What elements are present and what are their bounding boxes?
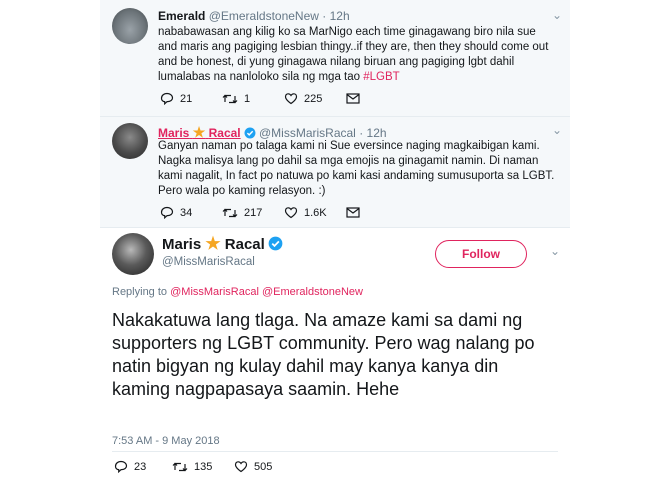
user-handle[interactable]: @EmeraldstoneNew	[209, 9, 319, 23]
retweet-icon	[222, 208, 238, 217]
tweet-text: Ganyan naman po talaga kami ni Sue evers…	[158, 140, 555, 197]
chevron-down-icon[interactable]: ⌄	[550, 244, 560, 258]
verified-badge-icon	[268, 236, 283, 251]
star-icon: ★	[205, 234, 221, 253]
retweet-count: 1	[244, 92, 251, 105]
reply-icon	[160, 206, 174, 219]
envelope-icon	[346, 93, 360, 104]
tweet-timestamp[interactable]: 7:53 AM - 9 May 2018	[112, 435, 220, 447]
direct-message-button[interactable]	[346, 93, 360, 104]
like-button[interactable]: 1.6K	[284, 206, 346, 219]
envelope-icon	[346, 207, 360, 218]
tweet-actions: 21 1 225	[160, 92, 360, 105]
tweet-time[interactable]: · 12h	[359, 126, 386, 140]
retweet-icon	[222, 94, 238, 103]
chevron-down-icon[interactable]: ⌄	[552, 123, 562, 137]
heart-icon	[234, 461, 248, 473]
like-count: 1.6K	[304, 206, 327, 219]
tweet-time[interactable]: · 12h	[322, 9, 349, 23]
reply-count: 23	[134, 460, 147, 473]
replying-to: Replying to @MissMarisRacal @Emeraldston…	[112, 286, 363, 298]
avatar[interactable]	[112, 233, 154, 275]
like-button[interactable]: 505	[234, 460, 296, 473]
tweet-text: Nakakatuwa lang tlaga. Na amaze kami sa …	[112, 310, 535, 399]
display-name[interactable]: Emerald	[158, 9, 205, 23]
tweet-text: nababawasan ang kilig ko sa MarNigo each…	[158, 26, 549, 83]
tweet-actions: 34 217 1.6K	[160, 206, 360, 219]
user-handle[interactable]: @MissMarisRacal	[162, 256, 255, 268]
display-name[interactable]: Maris ★ Racal	[162, 234, 265, 253]
verified-badge-icon	[244, 127, 256, 139]
like-count: 505	[254, 460, 273, 473]
reply-icon	[160, 92, 174, 105]
retweet-count: 135	[194, 460, 213, 473]
replying-to-links[interactable]: @MissMarisRacal @EmeraldstoneNew	[170, 286, 363, 298]
heart-icon	[284, 207, 298, 219]
reply-count: 34	[180, 206, 193, 219]
hashtag-link[interactable]: #LGBT	[363, 71, 399, 83]
avatar[interactable]	[112, 123, 148, 159]
user-handle[interactable]: @MissMarisRacal	[259, 126, 356, 140]
retweet-icon	[172, 462, 188, 471]
like-count: 225	[304, 92, 323, 105]
parent-tweet-maris[interactable]: Maris ★ Racal @MissMarisRacal · 12h ⌄ Ga…	[100, 117, 570, 228]
replying-prefix: Replying to	[112, 286, 168, 298]
follow-button[interactable]: Follow	[435, 240, 527, 268]
star-icon: ★	[192, 124, 206, 140]
reply-button[interactable]: 21	[160, 92, 222, 105]
reply-count: 21	[180, 92, 193, 105]
reply-button[interactable]: 34	[160, 206, 222, 219]
chevron-down-icon[interactable]: ⌄	[552, 8, 562, 22]
tweet-thread: Emerald @EmeraldstoneNew · 12h ⌄ nababaw…	[100, 0, 570, 484]
retweet-button[interactable]: 1	[222, 93, 284, 105]
parent-tweet-emerald[interactable]: Emerald @EmeraldstoneNew · 12h ⌄ nababaw…	[100, 0, 570, 117]
avatar[interactable]	[112, 8, 148, 44]
retweet-count: 217	[244, 206, 263, 219]
direct-message-button[interactable]	[346, 207, 360, 218]
heart-icon	[284, 93, 298, 105]
reply-button[interactable]: 23	[114, 460, 172, 473]
display-name[interactable]: Maris ★ Racal	[158, 124, 241, 140]
retweet-button[interactable]: 217	[222, 207, 284, 219]
tweet-actions: 23 135 505	[114, 460, 296, 473]
retweet-button[interactable]: 135	[172, 461, 234, 473]
like-button[interactable]: 225	[284, 92, 346, 105]
reply-icon	[114, 460, 128, 473]
divider	[112, 451, 558, 452]
